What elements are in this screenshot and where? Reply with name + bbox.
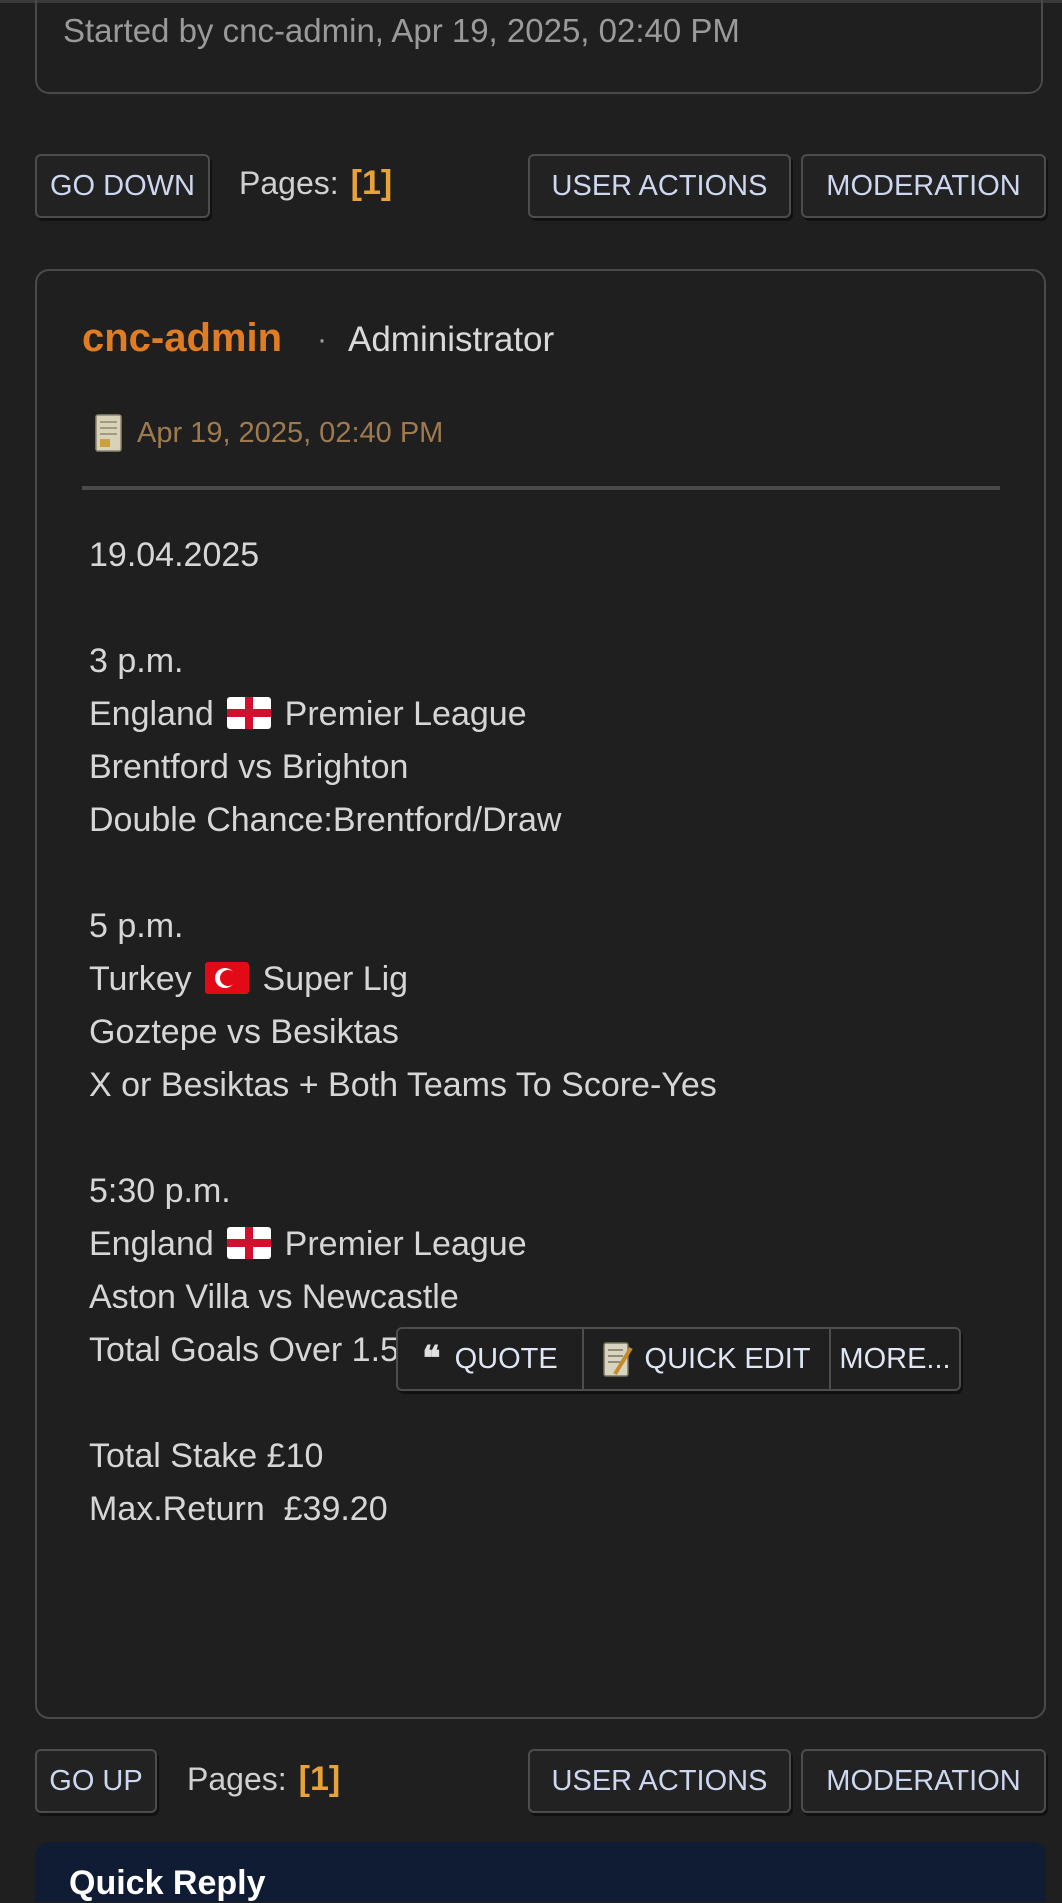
post-line-blank xyxy=(89,582,717,635)
pages-label: Pages: xyxy=(239,165,339,201)
started-by-text: Started by cnc-admin, Apr 19, 2025, 02:4… xyxy=(63,12,740,49)
post-line: Goztepe vs Besiktas xyxy=(89,1013,399,1051)
more-label: MORE... xyxy=(839,1342,951,1375)
post-author[interactable]: cnc-admin xyxy=(82,316,282,361)
post-line: Max.Return £39.20 xyxy=(89,1490,388,1528)
page-link-current[interactable]: [1] xyxy=(299,1760,341,1798)
document-icon xyxy=(95,414,122,452)
user-actions-button[interactable]: USER ACTIONS xyxy=(528,1749,791,1813)
post-line: England Premier League xyxy=(89,1218,717,1271)
moderation-button[interactable]: MODERATION xyxy=(801,1749,1046,1813)
go-down-label: GO DOWN xyxy=(50,169,195,202)
edit-note-icon xyxy=(602,1342,633,1377)
go-down-button[interactable]: GO DOWN xyxy=(35,154,210,218)
go-up-button[interactable]: GO UP xyxy=(35,1749,157,1813)
post-line: Total Stake £10 xyxy=(89,1437,324,1475)
moderation-button[interactable]: MODERATION xyxy=(801,154,1046,218)
user-actions-button[interactable]: USER ACTIONS xyxy=(528,154,791,218)
quick-edit-button[interactable]: QUICK EDIT xyxy=(582,1329,829,1389)
post-line: 5 p.m. xyxy=(89,907,184,945)
author-role: Administrator xyxy=(348,320,555,359)
line-text: Turkey xyxy=(89,960,202,998)
line-text: England xyxy=(89,695,224,733)
pages-label: Pages: xyxy=(187,1761,287,1797)
england-flag-icon xyxy=(227,697,272,729)
go-up-label: GO UP xyxy=(49,1764,143,1797)
moderation-label: MODERATION xyxy=(826,169,1021,202)
more-button[interactable]: MORE... xyxy=(829,1329,959,1389)
line-text: Premier League xyxy=(275,695,527,733)
post-line: Aston Villa vs Newcastle xyxy=(89,1278,459,1316)
topic-header: Started by cnc-admin, Apr 19, 2025, 02:4… xyxy=(35,0,1043,94)
post-line: 5:30 p.m. xyxy=(89,1172,231,1210)
line-text: Super Lig xyxy=(253,960,409,998)
quick-reply-title: Quick Reply xyxy=(69,1864,266,1902)
moderation-label: MODERATION xyxy=(826,1764,1021,1797)
post-line: Double Chance:Brentford/Draw xyxy=(89,801,562,839)
turkey-flag-icon xyxy=(205,962,250,994)
post-divider xyxy=(82,486,1000,490)
post-line: X or Besiktas + Both Teams To Score-Yes xyxy=(89,1066,717,1104)
post-line: 3 p.m. xyxy=(89,642,184,680)
user-actions-label: USER ACTIONS xyxy=(551,1764,768,1797)
quick-reply-panel: Quick Reply xyxy=(35,1842,1046,1902)
post-card: cnc-admin · Administrator Apr 19, 2025, … xyxy=(35,269,1046,1719)
post-date-link[interactable]: Apr 19, 2025, 02:40 PM xyxy=(137,417,443,450)
post-actions: ❝ QUOTE QUICK EDIT MORE... xyxy=(396,1327,961,1391)
post-line: Brentford vs Brighton xyxy=(89,748,409,786)
pagination-bottom: Pages: [1] xyxy=(187,1760,340,1799)
quote-label: QUOTE xyxy=(454,1342,558,1375)
line-text: England xyxy=(89,1225,224,1263)
line-text: Premier League xyxy=(275,1225,527,1263)
page-link-current[interactable]: [1] xyxy=(351,164,393,202)
post-line-blank xyxy=(89,847,717,900)
quote-button[interactable]: ❝ QUOTE xyxy=(398,1329,582,1389)
author-role-separator: · xyxy=(317,323,327,356)
quick-edit-label: QUICK EDIT xyxy=(644,1342,811,1375)
quote-icon: ❝ xyxy=(422,1339,441,1379)
post-line: Turkey Super Lig xyxy=(89,953,717,1006)
pagination-top: Pages: [1] xyxy=(239,164,392,203)
england-flag-icon xyxy=(227,1227,272,1259)
post-line: England Premier League xyxy=(89,688,717,741)
user-actions-label: USER ACTIONS xyxy=(551,169,768,202)
post-line: 19.04.2025 xyxy=(89,536,260,574)
post-line-blank xyxy=(89,1112,717,1165)
